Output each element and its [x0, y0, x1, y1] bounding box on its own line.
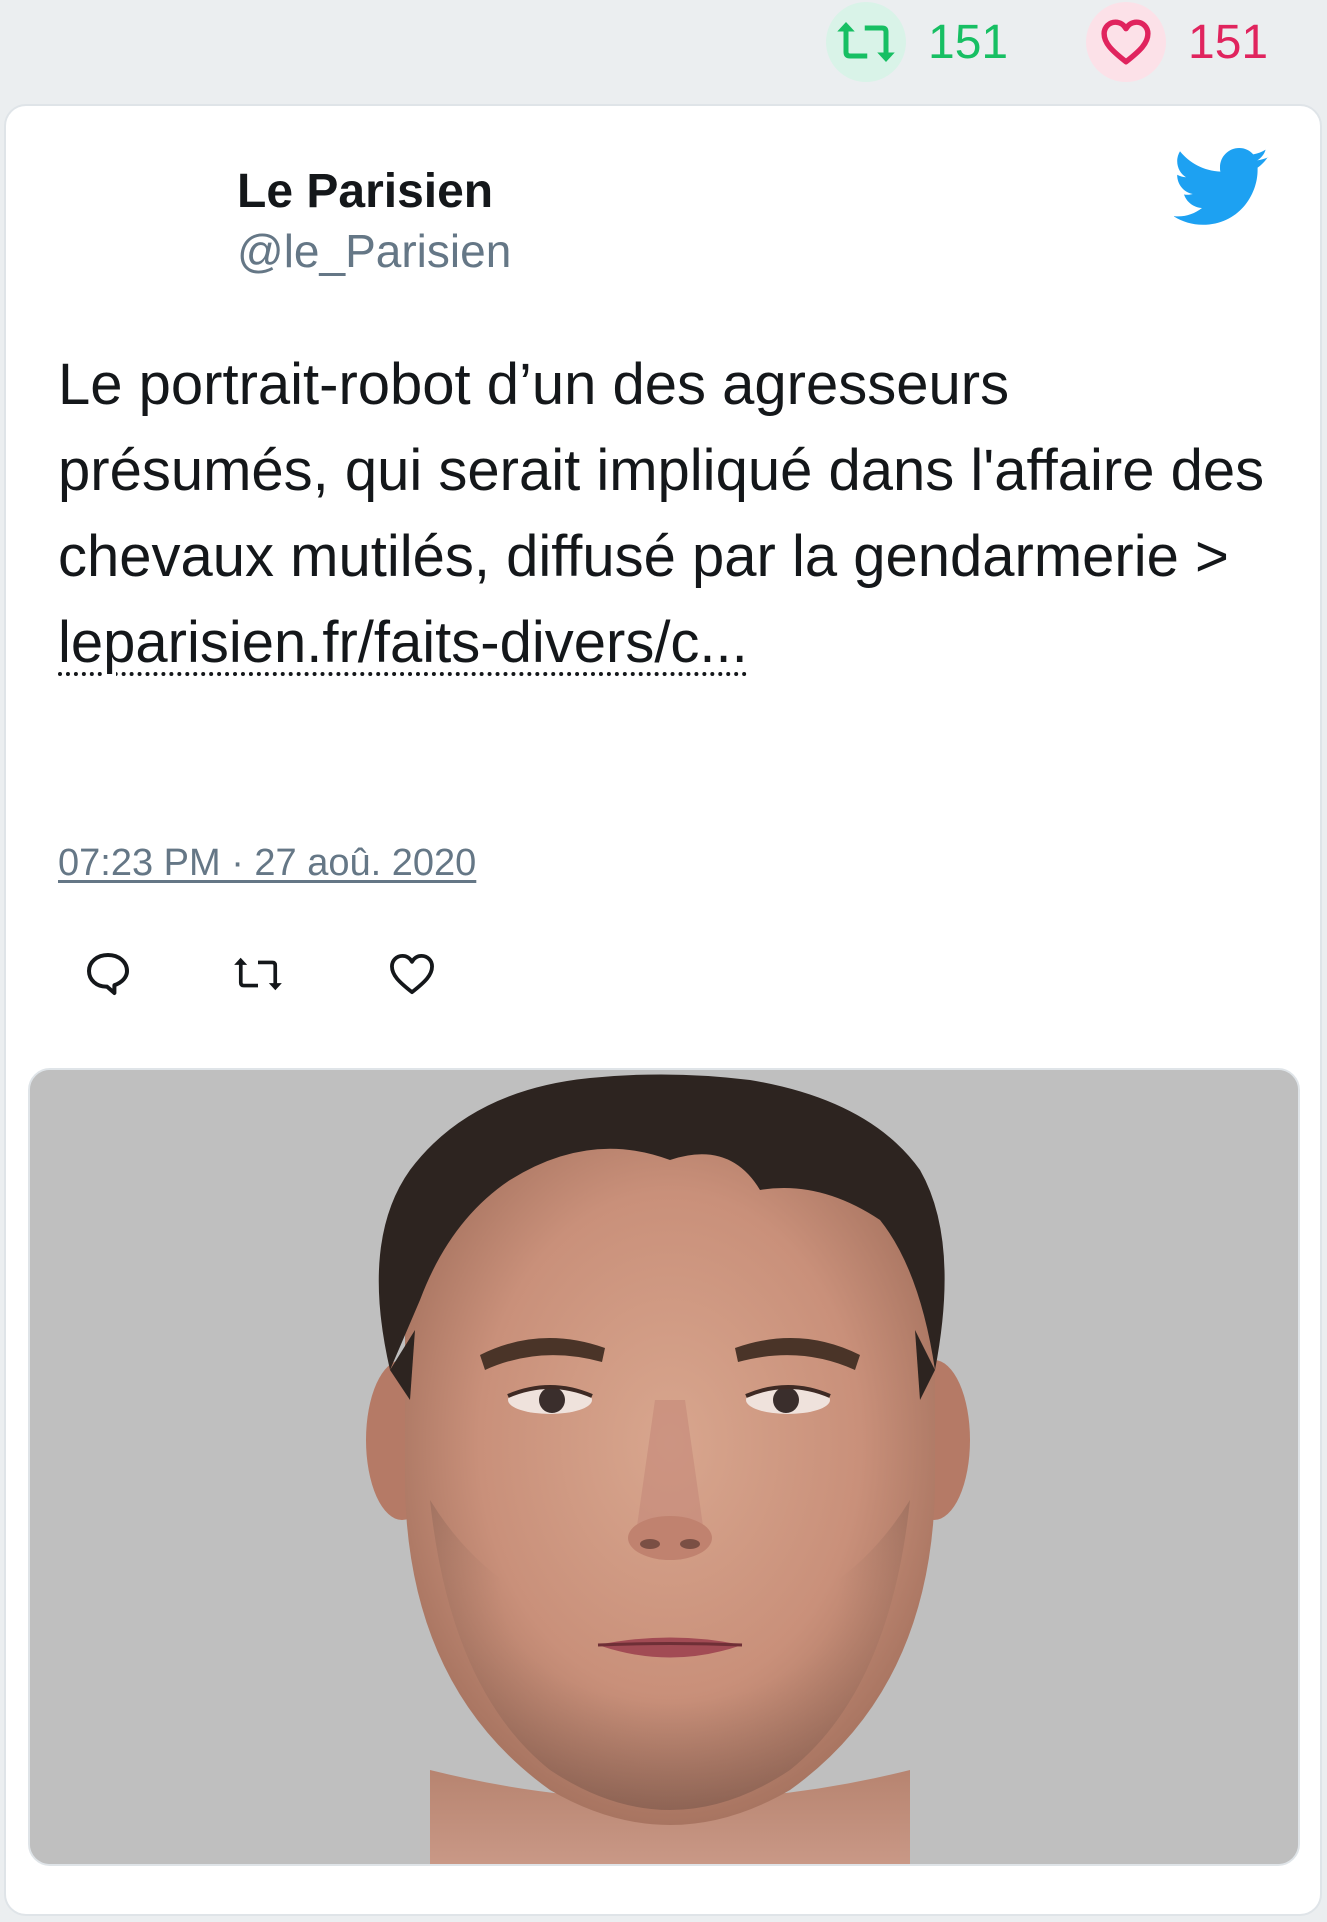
- like-count: 151: [1188, 15, 1269, 69]
- tweet-media[interactable]: [28, 1068, 1300, 1866]
- like-stat[interactable]: 151: [1086, 2, 1268, 82]
- tweet-body: Le portrait-robot d’un des agresseurs pr…: [58, 352, 1265, 589]
- tweet-text: Le portrait-robot d’un des agresseurs pr…: [58, 342, 1268, 686]
- tweet-card: Le Parisien @le_Parisien Le portrait-rob…: [4, 104, 1322, 1916]
- retweet-icon[interactable]: [826, 2, 906, 82]
- retweet-count: 151: [928, 15, 1009, 69]
- tweet-link[interactable]: leparisien.fr/faits-divers/c...: [58, 610, 748, 675]
- retweet-icon[interactable]: [228, 944, 288, 1004]
- engagement-stats: 151 151: [0, 0, 1327, 90]
- author-name[interactable]: Le Parisien: [237, 164, 493, 219]
- heart-icon[interactable]: [1086, 2, 1166, 82]
- heart-icon[interactable]: [382, 944, 442, 1004]
- author-handle[interactable]: @le_Parisien: [237, 224, 511, 278]
- twitter-bird-icon[interactable]: [1174, 148, 1270, 228]
- tweet-timestamp[interactable]: 07:23 PM · 27 aoû. 2020: [58, 842, 476, 885]
- composite-sketch-photo: [30, 1070, 1298, 1864]
- reply-icon[interactable]: [78, 944, 138, 1004]
- retweet-stat[interactable]: 151: [826, 2, 1008, 82]
